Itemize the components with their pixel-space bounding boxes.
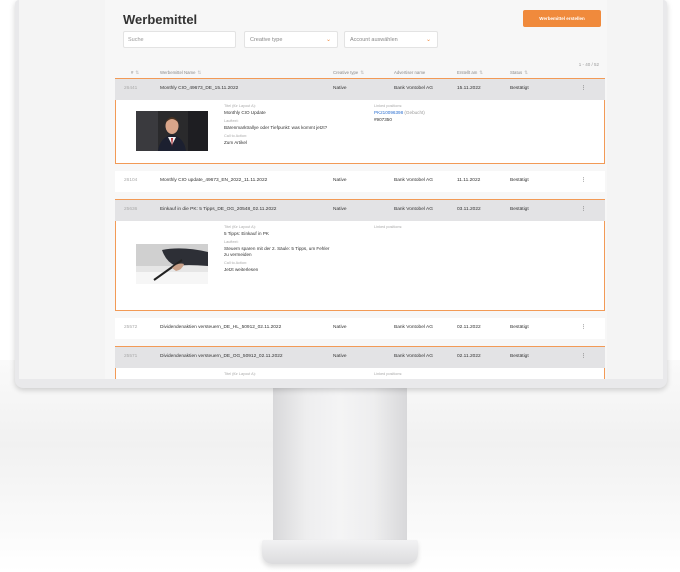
more-options-icon[interactable]: ⋮ bbox=[581, 86, 586, 91]
linked-positions-label: Linked positions: bbox=[374, 104, 403, 108]
page-title: Werbemittel bbox=[123, 12, 198, 27]
creative-title: 5 Tipps: Einkauf in PK bbox=[224, 231, 269, 236]
row-id: 26104 bbox=[124, 178, 138, 183]
row-status: Bestätigt bbox=[510, 178, 529, 183]
row-created: 03.11.2022 bbox=[457, 207, 481, 212]
more-options-icon[interactable]: ⋮ bbox=[581, 325, 586, 330]
body-label: Lauftext: bbox=[224, 119, 239, 123]
column-header-id-label: # bbox=[131, 70, 134, 75]
monitor-screen: Werbemittel Werbemittel erstellen Suche … bbox=[19, 0, 663, 379]
column-header-type-label: Creative type bbox=[333, 70, 359, 75]
column-header-advertiser: Advertiser name bbox=[394, 70, 425, 75]
row-created: 15.11.2022 bbox=[457, 86, 481, 91]
title-label: Titel (für Layout A): bbox=[224, 372, 256, 376]
monitor-stand-base bbox=[262, 540, 418, 564]
sort-icon: ⇅ bbox=[524, 70, 528, 75]
row-advertiser: Bank Vontobel AG bbox=[394, 207, 433, 212]
creative-thumbnail bbox=[136, 244, 208, 284]
row-type: Native bbox=[333, 178, 347, 183]
row-id: 26441 bbox=[124, 86, 138, 91]
column-header-advertiser-label: Advertiser name bbox=[394, 70, 426, 75]
monitor-frame: Werbemittel Werbemittel erstellen Suche … bbox=[15, 0, 667, 388]
column-header-type[interactable]: Creative type ⇅ bbox=[333, 70, 364, 76]
table-row[interactable]: 25636 Einkauf in die PK: 5 Tipps_DE_OG_2… bbox=[115, 200, 605, 221]
row-type: Native bbox=[333, 325, 347, 330]
row-status: Bestätigt bbox=[510, 207, 529, 212]
body-label: Lauftext: bbox=[224, 240, 239, 244]
row-id: 25572 bbox=[124, 325, 138, 330]
more-options-icon[interactable]: ⋮ bbox=[581, 178, 586, 183]
creative-cta: Zum Artikel bbox=[224, 140, 247, 145]
linked-positions-label: Linked positions: bbox=[374, 225, 403, 229]
row-advertiser: Bank Vontobel AG bbox=[394, 178, 433, 183]
linked-position-link[interactable]: PK210096398 (Gebucht) bbox=[374, 110, 425, 115]
chevron-down-icon: ⌄ bbox=[325, 37, 331, 43]
row-detail-panel: Titel (für Layout A): 5 Tipps: Einkauf i… bbox=[116, 221, 604, 310]
column-header-status[interactable]: Status ⇅ bbox=[510, 70, 528, 76]
row-type: Native bbox=[333, 207, 347, 212]
row-name: Einkauf in die PK: 5 Tipps_DE_OG_20548_0… bbox=[160, 207, 277, 212]
row-id: 25636 bbox=[124, 207, 138, 212]
row-created: 02.11.2022 bbox=[457, 354, 481, 359]
table-row[interactable]: 26441 Monthly CIO_49673_DE_15.11.2022 Na… bbox=[115, 79, 605, 100]
creative-body: Bärenmarktrallye oder Tiefpunkt: was kom… bbox=[224, 125, 328, 130]
cta-label: Call to Action: bbox=[224, 261, 248, 265]
row-created: 02.11.2022 bbox=[457, 325, 481, 330]
linked-position-ref: #907350 bbox=[374, 117, 392, 122]
linked-positions-label: Linked positions: bbox=[374, 372, 403, 376]
account-select[interactable]: Account auswählen ⌄ bbox=[344, 31, 438, 48]
app-content: Werbemittel Werbemittel erstellen Suche … bbox=[105, 0, 607, 379]
sort-icon: ⇅ bbox=[360, 70, 364, 75]
column-header-id[interactable]: # ⇅ bbox=[131, 70, 139, 76]
column-header-created-label: Erstellt am bbox=[457, 70, 478, 75]
row-name: Dividendenaktien versteuern_DE_HL_50912_… bbox=[160, 325, 282, 330]
column-header-name-label: Werbemittel Name bbox=[160, 70, 196, 75]
column-header-status-label: Status bbox=[510, 70, 523, 75]
creative-body-line1: Steuern sparen mit der 2. Säule: 5 Tipps… bbox=[224, 246, 330, 251]
row-created: 11.11.2022 bbox=[457, 178, 481, 183]
monitor-stand-neck bbox=[273, 388, 407, 548]
search-input[interactable]: Suche bbox=[123, 31, 236, 48]
linked-position-status: (Gebucht) bbox=[404, 110, 425, 115]
title-label: Titel (für Layout A): bbox=[224, 225, 256, 229]
column-header-created[interactable]: Erstellt am ⇅ bbox=[457, 70, 483, 76]
row-detail-panel: Titel (für Layout A): Linked positions: bbox=[116, 368, 604, 379]
creative-type-select[interactable]: Creative type ⌄ bbox=[244, 31, 338, 48]
row-status: Bestätigt bbox=[510, 325, 529, 330]
row-advertiser: Bank Vontobel AG bbox=[394, 86, 433, 91]
account-select-label: Account auswählen bbox=[350, 36, 398, 43]
row-type: Native bbox=[333, 86, 347, 91]
row-status: Bestätigt bbox=[510, 86, 529, 91]
sort-icon: ⇅ bbox=[135, 70, 139, 75]
row-detail-panel: Titel (für Layout A): Monthly CIO Update… bbox=[116, 100, 604, 163]
table-row[interactable]: 25571 Dividendenaktien versteuern_DE_OG_… bbox=[115, 347, 605, 368]
title-label: Titel (für Layout A): bbox=[224, 104, 256, 108]
pagination-info: 1 - 40 / 52 bbox=[578, 62, 599, 67]
more-options-icon[interactable]: ⋮ bbox=[581, 207, 586, 212]
sort-icon: ⇅ bbox=[197, 70, 202, 75]
row-id: 25571 bbox=[124, 354, 138, 359]
creative-title: Monthly CIO Update bbox=[224, 110, 266, 115]
creative-body-line2: zu vermeiden bbox=[224, 252, 252, 257]
linked-position-code: PK210096398 bbox=[374, 110, 404, 115]
more-options-icon[interactable]: ⋮ bbox=[581, 354, 586, 359]
create-creative-button[interactable]: Werbemittel erstellen bbox=[523, 10, 601, 27]
cta-label: Call to Action: bbox=[224, 134, 248, 138]
chevron-down-icon: ⌄ bbox=[425, 37, 431, 43]
row-name: Monthly CIO_49673_DE_15.11.2022 bbox=[160, 86, 239, 91]
sort-icon: ⇅ bbox=[479, 70, 483, 75]
row-advertiser: Bank Vontobel AG bbox=[394, 354, 433, 359]
row-name: Monthly CIO update_49673_EN_2022_11.11.2… bbox=[160, 178, 268, 183]
column-header-name[interactable]: Werbemittel Name ⇅ bbox=[160, 70, 201, 76]
row-name: Dividendenaktien versteuern_DE_OG_50912_… bbox=[160, 354, 283, 359]
row-type: Native bbox=[333, 354, 347, 359]
table-row[interactable]: 26104 Monthly CIO update_49673_EN_2022_1… bbox=[115, 171, 605, 192]
row-status: Bestätigt bbox=[510, 354, 529, 359]
table-row[interactable]: 25572 Dividendenaktien versteuern_DE_HL_… bbox=[115, 318, 605, 339]
creative-cta: Jetzt weiterlesen bbox=[224, 267, 259, 272]
row-advertiser: Bank Vontobel AG bbox=[394, 325, 433, 330]
creative-type-select-label: Creative type bbox=[250, 36, 283, 43]
creative-thumbnail bbox=[136, 111, 208, 151]
